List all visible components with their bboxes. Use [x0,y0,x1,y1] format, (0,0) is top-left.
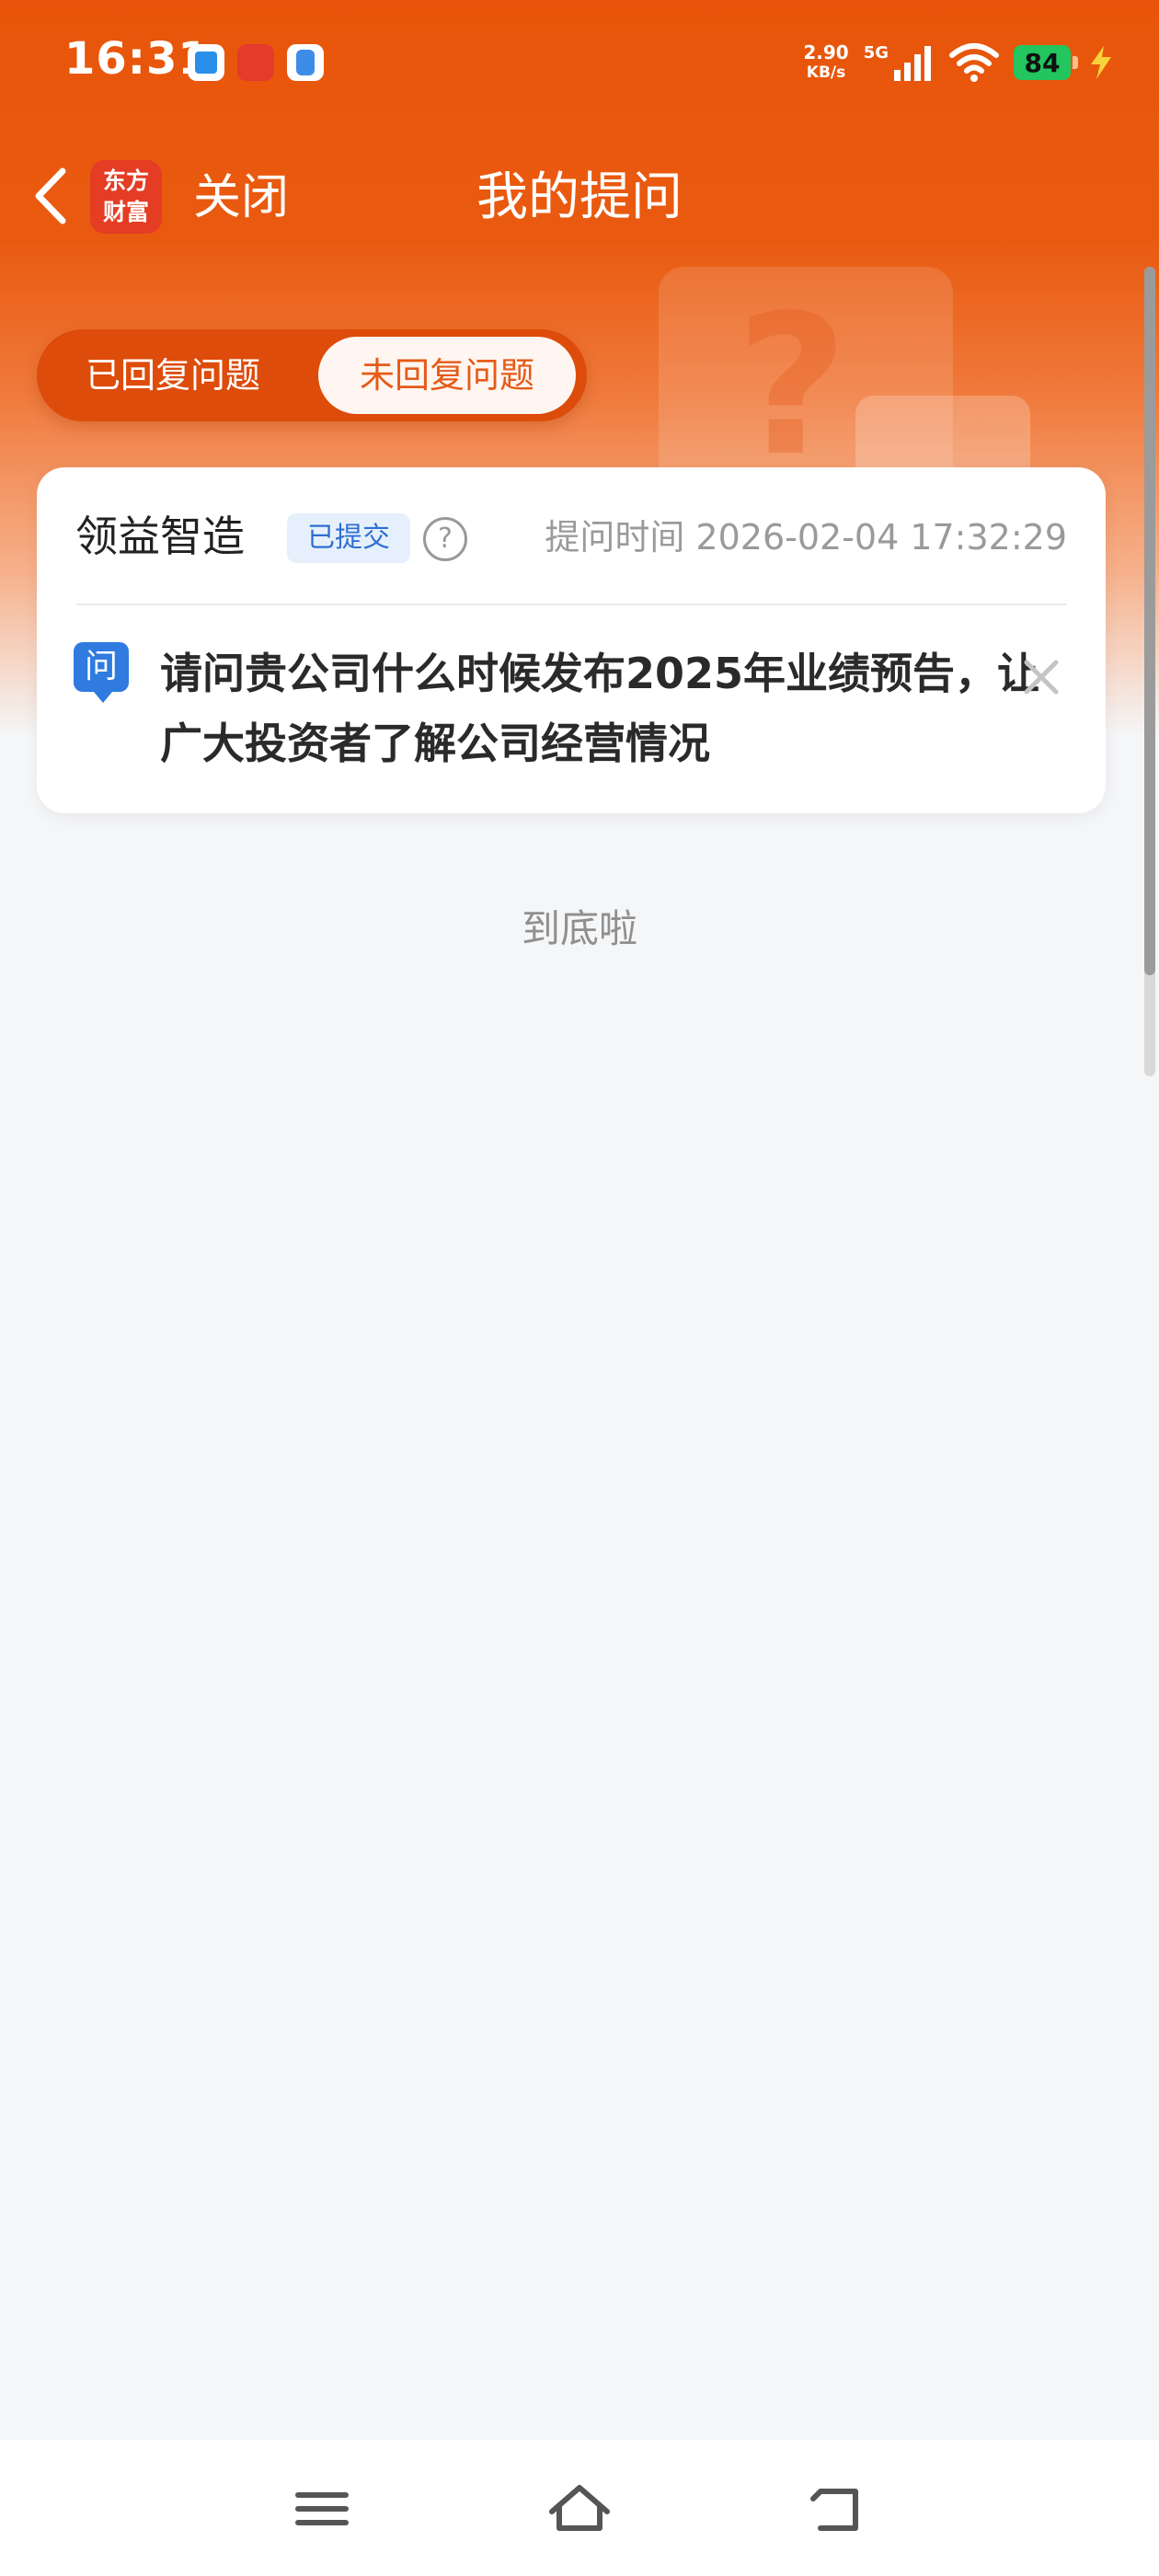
battery-level: 84 [1024,47,1061,78]
tab-unreplied[interactable]: 未回复问题 [318,337,576,414]
signal-icon [894,46,931,81]
nav-bar: 东方 财富 关闭 我的提问 [0,138,1159,258]
help-icon[interactable]: ? [423,517,467,561]
network-speed-unit: KB/s [806,63,846,82]
blue-bag-app-icon [287,44,324,81]
wifi-icon [949,43,999,82]
home-icon[interactable] [543,2477,616,2541]
question-text: 请问贵公司什么时候发布2025年业绩预告，让广大投资者了解公司经营情况 [160,649,1040,768]
question-icon: 问 [74,642,129,703]
red-news-app-icon [237,44,274,81]
blue-app-icon [188,44,224,81]
question-mark-illustration-icon: ? [736,273,848,499]
network-speed-value: 2.90 [803,41,849,63]
scrollbar-thumb[interactable] [1144,267,1155,975]
question-card[interactable]: 领益智造 已提交 ? 提问时间 2026-02-04 17:32:29 问 请问… [37,467,1106,813]
status-bar: 16:31 2.90 KB/s 5G 84 [0,0,1159,129]
system-nav-bar [0,2440,1159,2576]
divider [75,604,1067,605]
status-badge: 已提交 [287,513,410,563]
network-speed: 2.90 KB/s [803,42,848,83]
battery-icon: 84 [1014,45,1078,80]
company-name: 领益智造 [75,512,245,561]
ask-time: 提问时间 2026-02-04 17:32:29 [545,517,1067,558]
tab-switcher: 已回复问题 未回复问题 [37,329,587,421]
back-icon[interactable] [800,2477,874,2541]
network-type: 5G [863,42,889,63]
tab-replied[interactable]: 已回复问题 [37,329,309,421]
charging-icon [1091,46,1111,79]
end-of-list-text: 到底啦 [521,906,637,951]
page-title: 我的提问 [476,167,683,227]
delete-question-icon[interactable] [1014,650,1069,705]
menu-icon[interactable] [285,2477,359,2541]
